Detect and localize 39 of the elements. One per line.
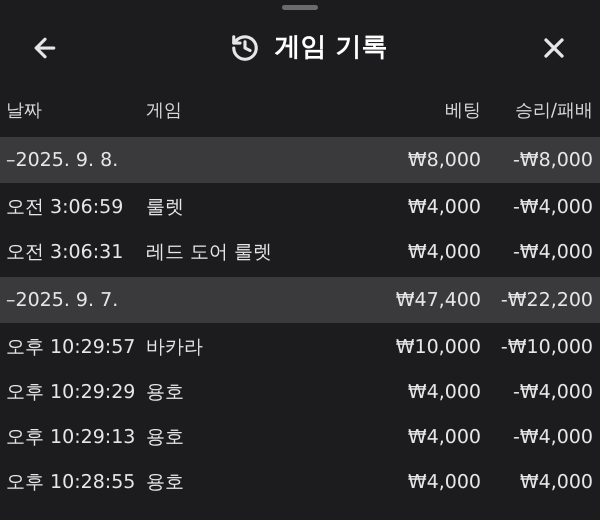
- table-cell-text: 오전 3:06:31: [6, 240, 124, 266]
- table-cell-text: ₩4,000: [408, 240, 481, 266]
- table-cell-text: -₩10,000: [500, 335, 593, 360]
- table-cell-text: -₩4,000: [512, 380, 593, 406]
- column-header: 승리/패배: [514, 98, 593, 122]
- table-cell-text: -₩4,000: [512, 195, 593, 220]
- column-header: 날짜: [6, 98, 43, 122]
- table-cell-text: 용호: [146, 470, 185, 496]
- history-icon: [230, 32, 260, 62]
- table-cell-text: –2025. 9. 8.: [6, 148, 120, 173]
- table-cell-text: 레드 도어 룰렛: [146, 240, 274, 266]
- table-cell-text: –2025. 9. 7.: [6, 288, 120, 313]
- table-cell-text: 오후 10:29:57: [6, 335, 136, 360]
- date-group-row[interactable]: –2025. 9. 8. ₩8,000 -₩8,000: [0, 137, 600, 183]
- table-cell-text: ₩4,000: [408, 470, 481, 496]
- table-cell-text: 바카라: [146, 335, 204, 360]
- table-cell-text: -₩8,000: [512, 148, 593, 173]
- page-title: 게임 기록: [274, 31, 388, 64]
- date-group-row[interactable]: –2025. 9. 7. ₩47,400 -₩22,200: [0, 277, 600, 323]
- table-cell-text: ₩47,400: [396, 288, 481, 313]
- table-cell-text: 오후 10:29:13: [6, 425, 136, 450]
- table-cell-text: ₩4,000: [520, 470, 593, 496]
- table-cell-text: ₩10,000: [396, 335, 481, 360]
- table-cell-text: -₩4,000: [512, 240, 593, 266]
- column-header: 게임: [146, 98, 183, 122]
- table-cell-text: 룰렛: [146, 195, 185, 220]
- table-cell-text: -₩4,000: [512, 425, 593, 450]
- table-cell-text: ₩4,000: [408, 195, 481, 220]
- column-header: 베팅: [445, 98, 481, 122]
- table-cell-text: 오후 10:28:55: [6, 470, 136, 496]
- table-cell-text: 용호: [146, 425, 185, 450]
- table-cell-text: ₩8,000: [408, 148, 481, 173]
- table-cell-text: ₩4,000: [408, 425, 481, 450]
- table-cell-text: 오후 10:29:29: [6, 380, 136, 406]
- drag-handle[interactable]: [282, 5, 318, 10]
- table-cell-text: 오전 3:06:59: [6, 195, 124, 220]
- table-cell-text: -₩22,200: [500, 288, 593, 313]
- table-cell-text: ₩4,000: [408, 380, 481, 406]
- table-cell-text: 용호: [146, 380, 185, 406]
